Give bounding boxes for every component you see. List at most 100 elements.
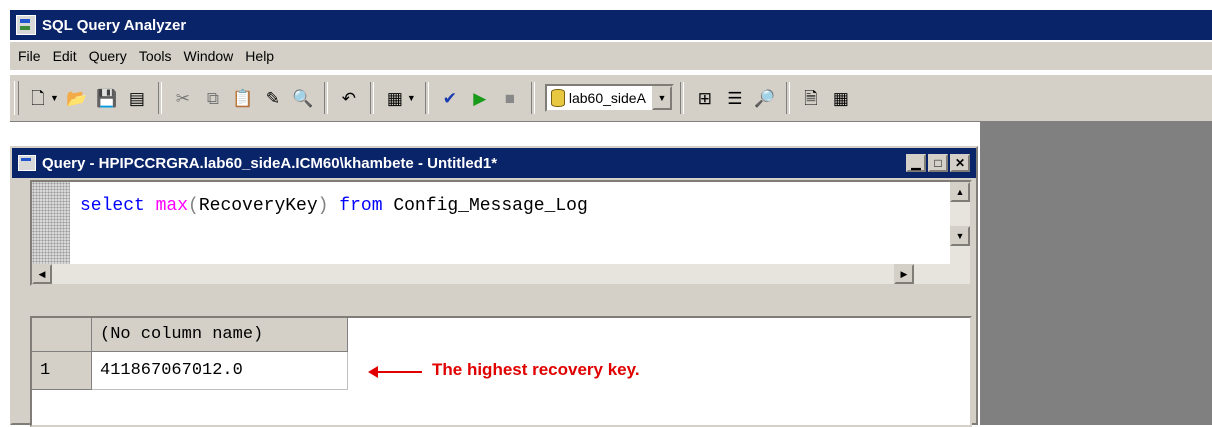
new-query-button[interactable]: 🗋: [25, 83, 51, 113]
scroll-up-button[interactable]: ▲: [950, 182, 970, 202]
new-query-dropdown-icon[interactable]: ▼: [50, 93, 59, 103]
function-max: max: [155, 196, 189, 216]
triangle-right-icon: ▶: [900, 268, 908, 279]
parse-query-button[interactable]: ✔: [437, 83, 463, 113]
query-window-titlebar[interactable]: Query - HPIPCCRGRA.lab60_sideA.ICM60\kha…: [12, 148, 976, 178]
toolbar-separator: [323, 82, 328, 114]
copy-icon: ⧉: [206, 88, 219, 108]
query-code-line[interactable]: select max(RecoveryKey) from Config_Mess…: [80, 196, 588, 216]
play-icon: ▶: [473, 88, 487, 108]
checkmark-icon: ✔: [442, 88, 457, 108]
plan-icon: ⊞: [697, 88, 713, 108]
app-title: SQL Query Analyzer: [42, 16, 187, 34]
toolbar-separator: [424, 82, 429, 114]
menu-help[interactable]: Help: [239, 48, 280, 64]
menubar: File Edit Query Tools Window Help: [10, 42, 1212, 70]
chevron-down-icon[interactable]: ▼: [651, 86, 672, 110]
show-results-button[interactable]: ▦: [828, 83, 854, 113]
keyword-select: select: [80, 196, 145, 216]
results-pane-icon: ▦: [832, 88, 849, 108]
paste-button[interactable]: 📋: [230, 83, 256, 113]
toolbar-separator: [157, 82, 162, 114]
result-cell[interactable]: 411867067012.0: [92, 352, 348, 390]
clipboard-icon: 📋: [232, 88, 254, 108]
maximize-button[interactable]: □: [928, 154, 948, 172]
copy-button[interactable]: ⧉: [200, 83, 226, 113]
triangle-up-icon: ▲: [955, 187, 965, 197]
load-script-button[interactable]: ▤: [124, 83, 150, 113]
editor-vertical-scrollbar[interactable]: ▲ ▼: [950, 182, 970, 266]
object-browser-button[interactable]: ☰: [722, 83, 748, 113]
column-name: RecoveryKey: [198, 196, 318, 216]
stop-icon: ■: [504, 88, 515, 108]
edit-pencil-icon: ✎: [265, 88, 281, 108]
menu-window[interactable]: Window: [178, 48, 240, 64]
execution-plan-button[interactable]: ⊞: [692, 83, 718, 113]
column-header[interactable]: (No column name): [92, 318, 348, 352]
paren-close: ): [317, 196, 329, 216]
toolbar-separator: [369, 82, 374, 114]
floppy-disk-icon: 💾: [96, 88, 118, 108]
toolbar-separator: [530, 82, 535, 114]
triangle-left-icon: ◀: [38, 268, 46, 279]
mdi-workspace: [980, 122, 1212, 425]
editor-horizontal-scrollbar[interactable]: ◀ ▶: [32, 264, 970, 284]
cancel-query-button[interactable]: ■: [497, 83, 523, 113]
database-select[interactable]: lab60_sideA ▼: [544, 84, 674, 112]
undo-icon: ↶: [341, 88, 357, 108]
query-window: Query - HPIPCCRGRA.lab60_sideA.ICM60\kha…: [10, 146, 978, 427]
toolbar-grip[interactable]: [14, 81, 19, 115]
minimize-icon: ▁: [911, 156, 921, 170]
database-icon: [550, 89, 565, 107]
properties-button[interactable]: 🗎: [798, 83, 824, 113]
menu-file[interactable]: File: [10, 48, 47, 64]
window-icon: ▤: [128, 88, 145, 108]
app-titlebar[interactable]: SQL Query Analyzer: [10, 10, 1212, 40]
menu-query[interactable]: Query: [83, 48, 133, 64]
binoculars-icon: 🔍: [292, 88, 314, 108]
execute-query-button[interactable]: ▶: [467, 83, 493, 113]
paren-open: (: [188, 196, 199, 216]
annotation-arrow-icon: [368, 366, 422, 378]
table-name: Config_Message_Log: [393, 196, 588, 216]
magnifier-icon: 🔎: [754, 88, 776, 108]
results-grid-button[interactable]: ▦: [382, 83, 408, 113]
grid-corner[interactable]: [32, 318, 92, 352]
save-button[interactable]: 💾: [94, 83, 120, 113]
results-grid[interactable]: (No column name) 1 411867067012.0 The hi…: [30, 316, 972, 427]
query-analyzer-app-icon: [16, 15, 36, 35]
query-window-title: Query - HPIPCCRGRA.lab60_sideA.ICM60\kha…: [42, 154, 498, 172]
close-button[interactable]: ✕: [950, 154, 970, 172]
edit-button[interactable]: ✎: [260, 83, 286, 113]
toolbar: 🗋 ▼ 📂 💾 ▤ ✂ ⧉ 📋 ✎ 🔍 ↶ ▦ ▼ ✔ ▶ ■ lab60_si…: [10, 74, 1212, 122]
tree-icon: ☰: [727, 88, 743, 108]
scroll-right-button[interactable]: ▶: [894, 264, 914, 284]
toolbar-separator: [679, 82, 684, 114]
minimize-button[interactable]: ▁: [906, 154, 926, 172]
cut-button[interactable]: ✂: [170, 83, 196, 113]
scissors-icon: ✂: [175, 88, 191, 108]
results-mode-dropdown-icon[interactable]: ▼: [407, 93, 416, 103]
query-editor[interactable]: select max(RecoveryKey) from Config_Mess…: [30, 180, 972, 286]
new-document-icon: 🗋: [31, 88, 45, 108]
annotation-text: The highest recovery key.: [432, 360, 640, 379]
menu-edit[interactable]: Edit: [47, 48, 83, 64]
close-icon: ✕: [954, 156, 966, 170]
keyword-from: from: [339, 196, 383, 216]
toolbar-separator: [785, 82, 790, 114]
open-button[interactable]: 📂: [64, 83, 90, 113]
query-window-icon: [18, 155, 36, 171]
folder-open-icon: 📂: [66, 88, 88, 108]
find-button[interactable]: 🔍: [290, 83, 316, 113]
properties-icon: 🗎: [804, 88, 818, 108]
database-name: lab60_sideA: [568, 90, 646, 106]
row-header[interactable]: 1: [32, 352, 92, 390]
scroll-down-button[interactable]: ▼: [950, 226, 970, 246]
undo-button[interactable]: ↶: [336, 83, 362, 113]
object-search-button[interactable]: 🔎: [752, 83, 778, 113]
maximize-icon: □: [934, 156, 942, 170]
menu-tools[interactable]: Tools: [133, 48, 178, 64]
scroll-left-button[interactable]: ◀: [32, 264, 52, 284]
editor-gutter: [32, 182, 70, 266]
grid-icon: ▦: [386, 88, 403, 108]
